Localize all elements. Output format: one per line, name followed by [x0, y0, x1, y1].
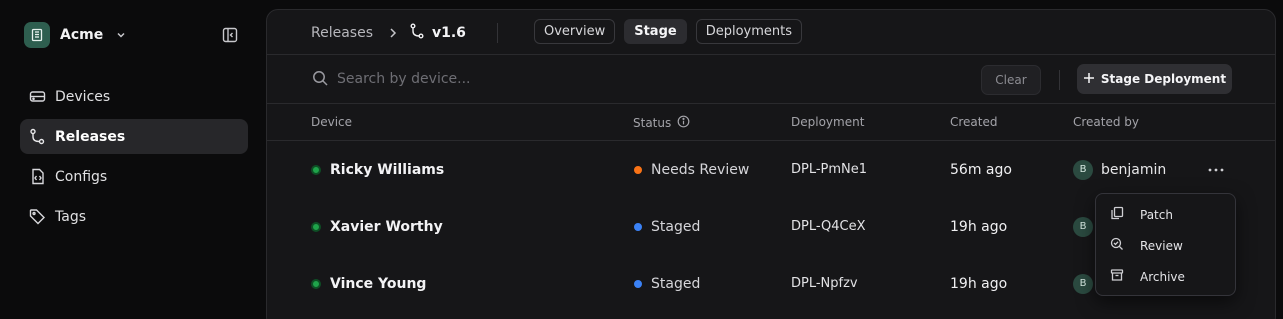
sidebar-item-tags[interactable]: Tags	[20, 199, 248, 234]
sidebar-item-configs[interactable]: Configs	[20, 159, 248, 194]
status-cell: Needs Review	[634, 141, 749, 198]
plus-icon	[1083, 72, 1095, 87]
status-cell: Staged	[634, 255, 700, 312]
deployment-id[interactable]: DPL-PmNe1	[791, 162, 867, 177]
created-cell: 56m ago	[950, 141, 1012, 198]
divider	[1059, 70, 1060, 90]
avatar: B	[1073, 273, 1093, 294]
created-time: 56m ago	[950, 161, 1012, 178]
sidebar-item-label: Configs	[55, 168, 108, 185]
search-toolbar: Clear Stage Deployment	[267, 56, 1275, 104]
tab-deployments[interactable]: Deployments	[695, 19, 802, 44]
deployment-cell: DPL-Q4CeX	[791, 198, 866, 255]
breadcrumb-releases-link[interactable]: Releases	[311, 25, 373, 41]
device-name[interactable]: Ricky Williams	[330, 162, 444, 178]
status-label: Staged	[651, 275, 701, 292]
deployment-cell: DPL-Npfzv	[791, 255, 858, 312]
breadcrumb-current: v1.6	[410, 23, 466, 43]
deployment-id[interactable]: DPL-Q4CeX	[791, 219, 866, 234]
column-label: Status	[633, 116, 672, 130]
sidebar-nav: Devices Releases Configs Tags	[20, 79, 248, 239]
sidebar-item-label: Tags	[55, 208, 86, 225]
stage-deployment-label: Stage Deployment	[1100, 72, 1227, 86]
column-header-device[interactable]: Device	[311, 115, 352, 129]
workspace-name: Acme	[60, 27, 104, 43]
status-dot	[634, 165, 642, 174]
status-dot	[634, 279, 642, 288]
device-cell: Xavier Worthy	[311, 198, 443, 255]
menu-item-label: Patch	[1140, 207, 1173, 222]
column-header-deployment[interactable]: Deployment	[791, 115, 864, 129]
acme-logo-icon	[24, 22, 50, 48]
column-header-created[interactable]: Created	[950, 115, 998, 129]
sidebar: Acme Devices Releases Configs Tags	[0, 0, 266, 319]
deployment-cell: DPL-PmNe1	[791, 141, 867, 198]
releases-icon	[28, 128, 46, 146]
info-icon[interactable]	[677, 115, 690, 131]
patch-icon	[1110, 206, 1124, 223]
created-by-cell: B benjamin	[1073, 141, 1166, 198]
status-dot	[634, 222, 642, 231]
release-branch-icon	[410, 23, 424, 43]
column-label: Created by	[1073, 115, 1140, 129]
sidebar-item-releases[interactable]: Releases	[20, 119, 248, 154]
more-actions-icon[interactable]	[1205, 159, 1227, 181]
online-status-dot	[311, 164, 321, 175]
tab-overview[interactable]: Overview	[534, 19, 616, 44]
status-cell: Staged	[634, 198, 700, 255]
workspace-switcher[interactable]: Acme	[24, 22, 127, 48]
device-cell: Ricky Williams	[311, 141, 444, 198]
stage-deployment-button[interactable]: Stage Deployment	[1077, 64, 1232, 94]
status-label: Staged	[651, 218, 701, 235]
created-cell: 19h ago	[950, 255, 1007, 312]
deployment-id[interactable]: DPL-Npfzv	[791, 276, 858, 291]
online-status-dot	[311, 221, 321, 232]
table-row[interactable]: Ricky Williams Needs Review DPL-PmNe1 56…	[267, 141, 1275, 198]
archive-icon	[1110, 268, 1124, 285]
row-actions-menu: Patch Review Archive	[1095, 193, 1236, 296]
user-name: benjamin	[1101, 161, 1167, 178]
sidebar-item-devices[interactable]: Devices	[20, 79, 248, 114]
device-cell: Vince Young	[311, 255, 426, 312]
tag-icon	[28, 208, 46, 226]
table-header: Device Status Deployment Created Created…	[267, 105, 1275, 141]
avatar: B	[1073, 216, 1093, 237]
menu-item-review[interactable]: Review	[1096, 230, 1235, 261]
menu-item-label: Review	[1140, 238, 1183, 253]
column-header-created-by[interactable]: Created by	[1073, 115, 1139, 129]
chevron-right-icon	[388, 27, 398, 39]
sidebar-toggle-icon[interactable]	[221, 26, 239, 44]
search-input[interactable]	[337, 68, 837, 90]
chevron-down-icon	[115, 29, 127, 41]
device-name[interactable]: Xavier Worthy	[330, 219, 443, 235]
configs-icon	[28, 168, 46, 186]
tab-bar: Overview Stage Deployments	[534, 19, 802, 44]
devices-icon	[28, 88, 46, 106]
device-name[interactable]: Vince Young	[330, 276, 426, 292]
column-header-status[interactable]: Status	[633, 115, 690, 131]
search-icon	[312, 70, 329, 91]
tab-stage[interactable]: Stage	[624, 19, 687, 44]
menu-item-label: Archive	[1140, 269, 1185, 284]
menu-item-archive[interactable]: Archive	[1096, 261, 1235, 292]
breadcrumb: Releases v1.6	[311, 23, 466, 43]
sidebar-item-label: Releases	[55, 128, 126, 145]
created-time: 19h ago	[950, 218, 1008, 235]
column-label: Deployment	[791, 115, 865, 129]
created-cell: 19h ago	[950, 198, 1007, 255]
created-time: 19h ago	[950, 275, 1008, 292]
column-label: Created	[950, 115, 998, 129]
online-status-dot	[311, 278, 321, 289]
top-bar: Releases v1.6 Overview Stage Deployments	[267, 10, 1275, 55]
clear-button[interactable]: Clear	[981, 65, 1041, 95]
menu-item-patch[interactable]: Patch	[1096, 199, 1235, 230]
status-label: Needs Review	[651, 161, 750, 178]
review-icon	[1110, 237, 1124, 254]
release-version: v1.6	[432, 25, 466, 41]
sidebar-item-label: Devices	[55, 88, 111, 105]
avatar: B	[1073, 159, 1093, 180]
divider	[497, 23, 498, 43]
column-label: Device	[311, 115, 353, 129]
